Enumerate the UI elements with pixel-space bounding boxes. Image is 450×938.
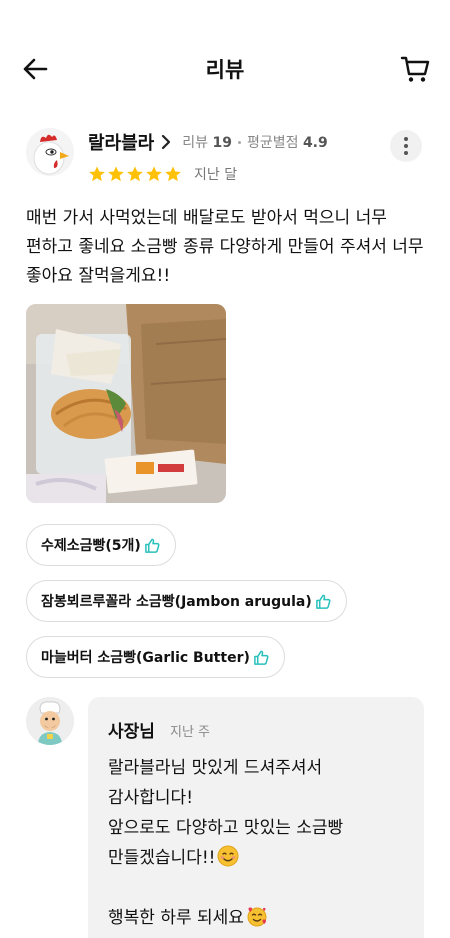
- star-icon: [127, 166, 143, 182]
- separator-dot: [237, 140, 241, 144]
- cart-icon: [400, 56, 430, 82]
- review-text: 매번 가서 사먹었는데 배달로도 받아서 먹으니 너무 편하고 좋네요 소금빵 …: [26, 208, 424, 286]
- cart-button[interactable]: [398, 52, 432, 86]
- review-count: 리뷰 19: [182, 132, 232, 152]
- thumbs-up-icon: [254, 650, 269, 665]
- chevron-right-icon[interactable]: [158, 132, 174, 152]
- star-rating: [88, 165, 182, 183]
- more-dot-icon: [404, 137, 408, 141]
- review-date: 지난 달: [194, 167, 238, 183]
- reply-line-with-emoji: 행복한 하루 되세요: [108, 903, 408, 933]
- review-count-label: 리뷰: [182, 135, 209, 151]
- reply-line: 앞으로도 다양하고 맛있는 소금빵: [108, 818, 344, 838]
- review-count-value: 19: [212, 135, 232, 151]
- baker-avatar-icon: [26, 697, 74, 745]
- avg-rating: 평균별점 4.9: [247, 132, 328, 152]
- owner-reply-date: 지난 주: [170, 725, 211, 740]
- food-photo: [26, 304, 226, 503]
- star-icon: [89, 166, 105, 182]
- chicken-avatar-icon: [26, 128, 74, 176]
- smiling-face-emoji-icon: [217, 845, 239, 867]
- thumbs-up-icon: [144, 538, 160, 553]
- owner-reply-card: 사장님 지난 주 랄라블라님 맛있게 드셔주셔서 감사합니다! 앞으로도 다양하…: [88, 697, 424, 938]
- star-icon: [146, 166, 162, 182]
- reply-line-text: 행복한 하루 되세요: [108, 908, 244, 928]
- reviewer-name[interactable]: 랄라블라: [88, 129, 154, 155]
- menu-tag-label: 마늘버터 소금빵(Garlic Butter): [41, 650, 250, 666]
- menu-tag-chip[interactable]: 잠봉뵈르루꼴라 소금빵(Jambon arugula): [26, 580, 347, 622]
- reviewer-info: 랄라블라 리뷰 19 평균별점 4.9: [88, 128, 328, 156]
- more-dot-icon: [404, 144, 408, 148]
- smiling-face-hearts-emoji-icon: [247, 907, 267, 927]
- thumbs-up-icon: [315, 594, 331, 609]
- menu-tag-chip[interactable]: 수제소금빵(5개): [26, 524, 176, 566]
- owner-name: 사장님: [108, 722, 155, 742]
- star-icon: [108, 166, 124, 182]
- reply-line: 랄라블라님 맛있게 드셔주셔서: [108, 758, 323, 778]
- menu-tag-label: 수제소금빵(5개): [41, 538, 141, 554]
- menu-tag-chip[interactable]: 마늘버터 소금빵(Garlic Butter): [26, 636, 285, 678]
- menu-tag-label: 잠봉뵈르루꼴라 소금빵(Jambon arugula): [41, 594, 312, 610]
- reply-line-with-emoji: 만들겠습니다!!: [108, 843, 408, 873]
- owner-avatar: [26, 697, 74, 745]
- avg-rating-value: 4.9: [302, 135, 328, 151]
- star-icon: [165, 166, 181, 182]
- review-photo[interactable]: [26, 304, 226, 503]
- reply-line-text: 만들겠습니다!!: [108, 848, 216, 868]
- avg-rating-label: 평균별점: [246, 135, 299, 151]
- reply-line: 감사합니다!: [108, 788, 194, 808]
- reply-line-blank: [108, 873, 408, 903]
- owner-reply-text: 랄라블라님 맛있게 드셔주셔서 감사합니다! 앞으로도 다양하고 맛있는 소금빵…: [108, 753, 408, 933]
- reviewer-avatar[interactable]: [26, 128, 74, 176]
- header: 리뷰: [0, 0, 450, 140]
- more-dot-icon: [404, 151, 408, 155]
- more-options-button[interactable]: [390, 130, 422, 162]
- rating-row: 지난 달: [88, 163, 237, 185]
- page-title: 리뷰: [205, 58, 245, 82]
